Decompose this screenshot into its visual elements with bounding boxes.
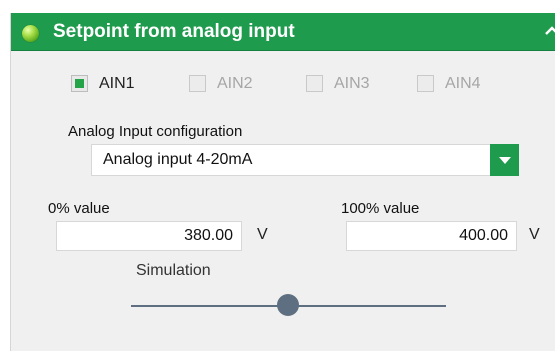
config-label: Analog Input configuration [68, 123, 243, 140]
status-led-icon [22, 25, 39, 42]
checkbox-ain4-box[interactable] [417, 75, 434, 92]
checkbox-ain2[interactable]: AIN2 [189, 74, 269, 94]
checkbox-ain1-label: AIN1 [99, 75, 135, 92]
dropdown-arrow-icon[interactable] [490, 144, 519, 176]
config-select-value: Analog input 4-20mA [103, 151, 253, 168]
config-select[interactable]: Analog input 4-20mA [91, 144, 519, 176]
checkbox-ain1[interactable]: AIN1 [71, 74, 151, 94]
checkbox-ain3-label: AIN3 [334, 75, 370, 92]
panel-title: Setpoint from analog input [53, 21, 295, 42]
full-value-input[interactable]: 400.00 [346, 221, 517, 251]
checkbox-ain3[interactable]: AIN3 [306, 74, 386, 94]
checkbox-ain1-box[interactable] [71, 75, 88, 92]
full-value-label: 100% value [341, 200, 420, 217]
checkbox-ain3-box[interactable] [306, 75, 323, 92]
checkbox-ain4-label: AIN4 [445, 75, 481, 92]
checkbox-ain2-box[interactable] [189, 75, 206, 92]
checkbox-ain2-label: AIN2 [217, 75, 253, 92]
simulation-slider-handle[interactable] [277, 294, 299, 316]
zero-value-input[interactable]: 380.00 [56, 221, 242, 251]
zero-value-unit: V [257, 226, 268, 243]
simulation-label: Simulation [136, 262, 211, 279]
full-value-unit: V [529, 226, 540, 243]
zero-value-label: 0% value [48, 200, 110, 217]
panel-header[interactable]: Setpoint from analog input [11, 13, 555, 51]
chevron-up-icon[interactable] [544, 24, 555, 38]
checkbox-ain4[interactable]: AIN4 [417, 74, 497, 94]
